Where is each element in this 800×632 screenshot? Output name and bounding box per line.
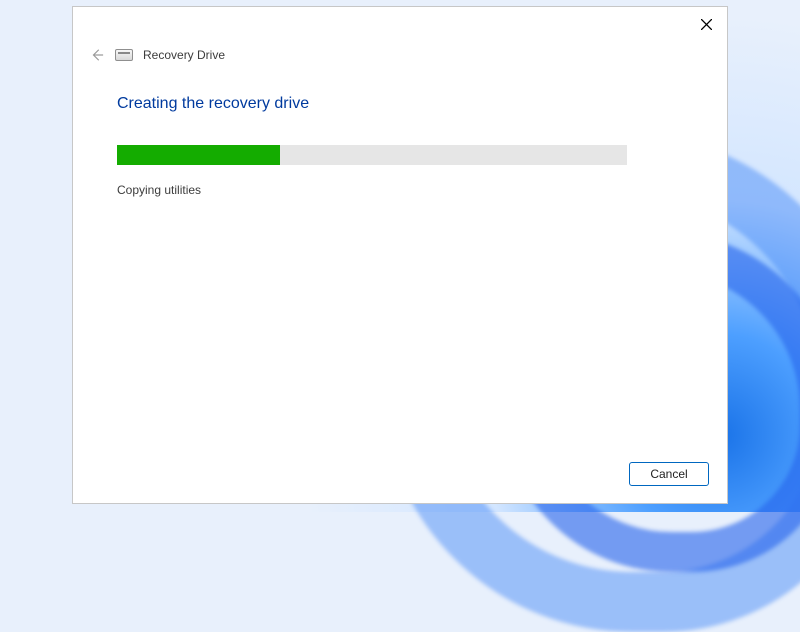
recovery-drive-wizard-window: Recovery Drive Creating the recovery dri… (72, 6, 728, 504)
cancel-button[interactable]: Cancel (629, 462, 709, 486)
progress-fill (117, 145, 280, 165)
progress-bar (117, 145, 627, 165)
wizard-header: Recovery Drive (73, 41, 727, 67)
wizard-content: Creating the recovery drive Copying util… (73, 67, 727, 455)
back-arrow-icon (90, 48, 104, 62)
close-icon (701, 19, 712, 30)
wizard-title: Recovery Drive (143, 48, 225, 62)
wizard-footer: Cancel (73, 455, 727, 503)
titlebar (73, 7, 727, 41)
status-label: Copying utilities (117, 183, 683, 197)
close-button[interactable] (697, 15, 715, 33)
page-heading: Creating the recovery drive (117, 95, 683, 113)
drive-icon (115, 49, 133, 61)
back-button[interactable] (89, 47, 105, 63)
